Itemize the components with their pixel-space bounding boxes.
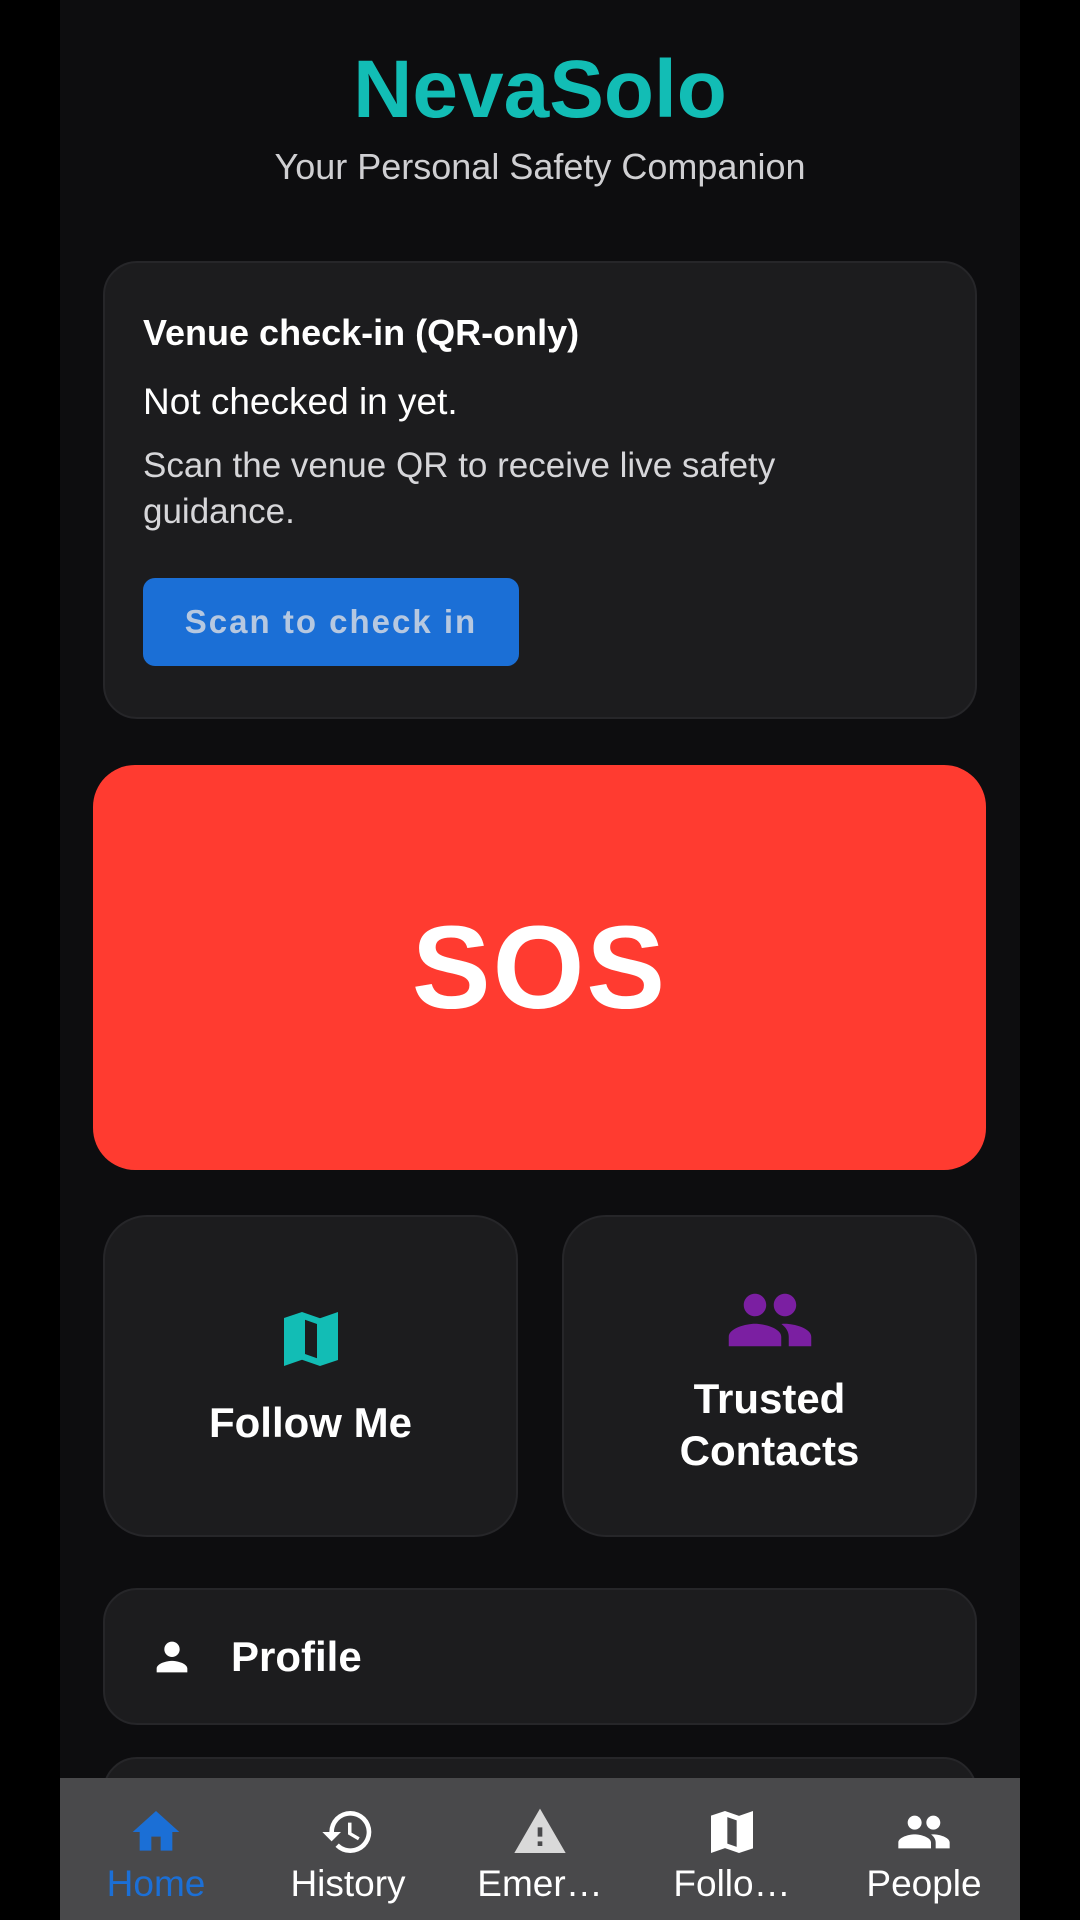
venue-checkin-hint: Scan the venue QR to receive live safety… <box>143 446 776 531</box>
profile-label: Profile <box>231 1632 362 1680</box>
sos-button[interactable]: SOS <box>93 765 986 1170</box>
venue-checkin-card: Venue check-in (QR-only) Not checked in … <box>103 261 977 719</box>
trusted-contacts-tile[interactable]: Trusted Contacts <box>562 1215 977 1537</box>
nav-history-label: History <box>290 1863 406 1904</box>
nav-emergency-label: Emer… <box>477 1863 603 1904</box>
app-header: NevaSolo Your Personal Safety Companion <box>60 40 1020 190</box>
venue-checkin-heading: Venue check-in (QR-only) <box>143 312 580 353</box>
venue-checkin-status: Not checked in yet. <box>143 381 458 422</box>
map-icon <box>711 1811 753 1853</box>
follow-me-label: Follow Me <box>209 1399 412 1446</box>
group-icon <box>728 1293 811 1347</box>
history-icon <box>322 1811 372 1853</box>
group-icon <box>898 1815 950 1849</box>
nav-emergency[interactable]: Emer… <box>444 1778 636 1920</box>
nav-home-label: Home <box>106 1863 206 1904</box>
nav-people-label: People <box>866 1863 982 1904</box>
nav-history[interactable]: History <box>252 1778 444 1920</box>
scan-to-check-in-button[interactable]: Scan to check in <box>143 578 519 666</box>
nav-follow-me-label: Follo… <box>673 1863 791 1904</box>
bottom-navigation: Home History Emer… Follo… People <box>60 1778 1020 1920</box>
trusted-contacts-label: Trusted Contacts <box>679 1375 860 1474</box>
nav-people[interactable]: People <box>828 1778 1020 1920</box>
nav-follow-me[interactable]: Follo… <box>636 1778 828 1920</box>
app-title: NevaSolo <box>353 44 727 135</box>
profile-row[interactable]: Profile <box>103 1588 977 1725</box>
follow-me-tile[interactable]: Follow Me <box>103 1215 518 1537</box>
app-screen: NevaSolo Your Personal Safety Companion … <box>60 0 1020 1920</box>
nav-home[interactable]: Home <box>60 1778 252 1920</box>
warning-icon <box>514 1808 566 1853</box>
person-icon <box>156 1641 188 1672</box>
map-icon <box>283 1312 338 1366</box>
app-subtitle: Your Personal Safety Companion <box>274 146 806 187</box>
home-icon <box>132 1811 180 1851</box>
